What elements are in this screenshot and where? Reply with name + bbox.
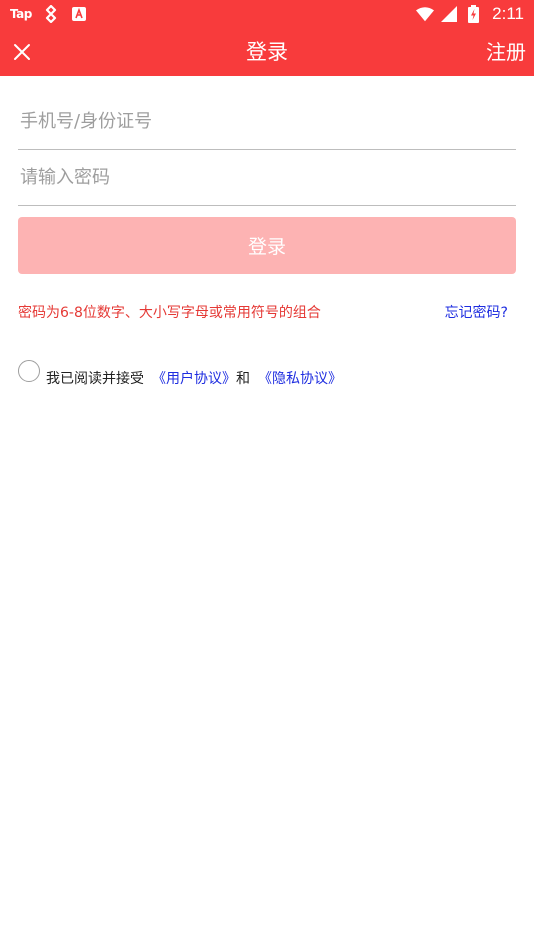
phone-id-field [18,93,516,150]
agreement-text: 我已阅读并接受 《用户协议》和 《隐私协议》 [46,368,342,388]
privacy-agreement-link[interactable]: 《隐私协议》 [258,371,342,387]
game-app-icon [42,5,60,23]
password-field [18,149,516,206]
app-bar: 登录 注册 [0,28,534,76]
status-time: 2:11 [492,4,524,23]
wifi-icon [416,5,435,23]
user-agreement-link[interactable]: 《用户协议》 [152,371,236,387]
page-title: 登录 [246,40,288,64]
login-button[interactable]: 登录 [18,217,516,274]
tap-app-badge: Tap [10,7,32,21]
forgot-password-link[interactable]: 忘记密码? [445,302,508,322]
status-notifications: Tap [10,4,88,24]
password-input[interactable] [18,149,516,205]
status-system: 2:11 [416,3,524,25]
phone-id-input[interactable] [18,93,516,149]
status-bar: Tap 2:11 [0,0,534,28]
agreement-prefix: 我已阅读并接受 [46,371,144,387]
agreement-conjunction: 和 [236,371,250,387]
autocorrect-app-icon [70,5,88,23]
battery-charging-icon [464,5,482,23]
password-rule-hint: 密码为6-8位数字、大小写字母或常用符号的组合 [18,305,321,321]
register-button[interactable]: 注册 [486,28,526,76]
cellular-signal-icon [440,5,458,23]
agreement-checkbox[interactable] [18,360,40,382]
